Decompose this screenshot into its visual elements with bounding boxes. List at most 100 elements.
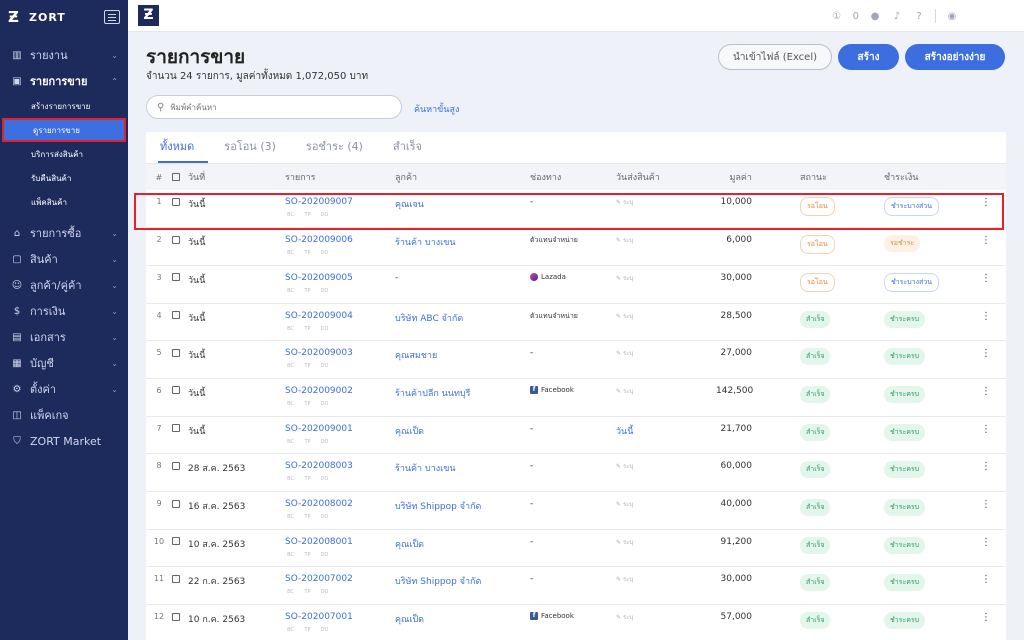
row-checkbox[interactable] [172, 499, 180, 508]
do-doc-icon[interactable]: DO [319, 514, 330, 520]
bc-doc-icon[interactable]: BC [285, 288, 296, 294]
ship-date-placeholder[interactable]: ✎ ระบุ [616, 350, 633, 357]
table-row[interactable]: 3 วันนี้ SO-202009005 BC TP DO - Lazada ✎ ระบุ 30… [146, 265, 1006, 304]
row-menu-icon[interactable]: ⋮ [966, 303, 1006, 341]
tp-doc-icon[interactable]: TP [302, 288, 313, 294]
sidebar-item-documents[interactable]: ▤ เอกสาร ⌄ [0, 324, 128, 350]
table-row[interactable]: 5 วันนี้ SO-202009003 BC TP DO คุณสมชาย - ✎ ระบุ… [146, 341, 1006, 379]
sidebar-sub-shipping[interactable]: บริการส่งสินค้า [0, 142, 128, 166]
row-menu-icon[interactable]: ⋮ [966, 228, 1006, 266]
sidebar-item-sales[interactable]: ▣ รายการขาย ⌃ [0, 68, 128, 94]
row-menu-icon[interactable]: ⋮ [966, 492, 1006, 530]
tp-doc-icon[interactable]: TP [302, 401, 313, 407]
row-menu-icon[interactable]: ⋮ [966, 529, 1006, 567]
sidebar-item-purchase[interactable]: ⌂ รายการซื้อ ⌄ [0, 220, 128, 246]
do-doc-icon[interactable]: DO [319, 401, 330, 407]
advanced-search-link[interactable]: ค้นหาขั้นสูง [414, 102, 459, 116]
order-link[interactable]: SO-202009005 [285, 273, 395, 283]
do-doc-icon[interactable]: DO [319, 589, 330, 595]
table-row[interactable]: 2 วันนี้ SO-202009006 BC TP DO ร้านค้า บางเขนต… [146, 228, 1006, 266]
sidebar-sub-return[interactable]: รับคืนสินค้า [0, 166, 128, 190]
tp-doc-icon[interactable]: TP [302, 212, 313, 218]
col-customer[interactable]: ลูกค้า [395, 164, 530, 190]
row-customer[interactable]: ร้านค้าปลีก นนทบุรี [395, 378, 530, 416]
row-checkbox[interactable] [172, 348, 180, 357]
col-ship-date[interactable]: วันส่งสินค้า [616, 164, 716, 190]
do-doc-icon[interactable]: DO [319, 363, 330, 369]
order-link[interactable]: SO-202008001 [285, 537, 395, 547]
bell-icon[interactable]: ♪ [891, 10, 903, 22]
tab-waiting-transfer[interactable]: รอโอน (3) [222, 137, 290, 163]
col-amount[interactable]: มูลค่า [716, 164, 786, 190]
order-link[interactable]: SO-202009003 [285, 348, 395, 358]
row-customer[interactable]: คุณเจน [395, 190, 530, 228]
do-doc-icon[interactable]: DO [319, 552, 330, 558]
user-icon[interactable]: ● [869, 10, 881, 22]
table-row[interactable]: 1 วันนี้ SO-202009007 BC TP DO คุณเจน - ✎ ระบุ 10… [146, 190, 1006, 228]
create-easy-button[interactable]: สร้างอย่างง่าย [905, 44, 1005, 70]
sidebar-item-products[interactable]: ▢ สินค้า ⌄ [0, 246, 128, 272]
ship-date-placeholder[interactable]: ✎ ระบุ [616, 501, 633, 508]
table-row[interactable]: 4 วันนี้ SO-202009004 BC TP DO บริษัท ABC จำกั… [146, 303, 1006, 341]
table-row[interactable]: 10 10 ส.ค. 2563 SO-202008001 BC TP DO คุณเป็ด -… [146, 529, 1006, 567]
sidebar-item-package[interactable]: ◫ แพ็คเกจ [0, 402, 128, 428]
table-row[interactable]: 9 16 ส.ค. 2563 SO-202008002 BC TP DO บริษัท Sh… [146, 492, 1006, 530]
table-row[interactable]: 7 วันนี้ SO-202009001 BC TP DO คุณเป็ด - วันนี้ 2… [146, 416, 1006, 454]
sidebar-item-market[interactable]: ⛉ ZORT Market [0, 428, 128, 454]
bc-doc-icon[interactable]: BC [285, 363, 296, 369]
tp-doc-icon[interactable]: TP [302, 439, 313, 445]
ship-date[interactable]: วันนี้ [616, 427, 633, 437]
sidebar-sub-pack[interactable]: แพ็คสินค้า [0, 190, 128, 214]
do-doc-icon[interactable]: DO [319, 627, 330, 633]
create-button[interactable]: สร้าง [838, 44, 899, 70]
col-channel[interactable]: ช่องทาง [530, 164, 616, 190]
row-menu-icon[interactable]: ⋮ [966, 605, 1006, 640]
bc-doc-icon[interactable]: BC [285, 250, 296, 256]
sidebar-item-customers[interactable]: ☺ ลูกค้า/คู่ค้า ⌄ [0, 272, 128, 298]
row-checkbox[interactable] [172, 311, 180, 320]
tp-doc-icon[interactable]: TP [302, 514, 313, 520]
tab-completed[interactable]: สำเร็จ [391, 137, 436, 163]
col-date[interactable]: วันที่ [188, 164, 285, 190]
sidebar-sub-view-sales[interactable]: ดูรายการขาย [2, 118, 126, 142]
bc-doc-icon[interactable]: BC [285, 552, 296, 558]
row-checkbox[interactable] [172, 424, 180, 433]
ship-date-placeholder[interactable]: ✎ ระบุ [616, 576, 633, 583]
do-doc-icon[interactable]: DO [319, 212, 330, 218]
bc-doc-icon[interactable]: BC [285, 212, 296, 218]
tp-doc-icon[interactable]: TP [302, 250, 313, 256]
sidebar-item-finance[interactable]: $ การเงิน ⌄ [0, 298, 128, 324]
bc-doc-icon[interactable]: BC [285, 476, 296, 482]
row-checkbox[interactable] [172, 612, 180, 621]
ship-date-placeholder[interactable]: ✎ ระบุ [616, 463, 633, 470]
order-link[interactable]: SO-202007001 [285, 612, 395, 622]
row-checkbox[interactable] [172, 386, 180, 395]
table-row[interactable]: 6 วันนี้ SO-202009002 BC TP DO ร้านค้าปลีก นนท… [146, 378, 1006, 417]
row-menu-icon[interactable]: ⋮ [966, 341, 1006, 379]
sidebar-item-report[interactable]: ▥ รายงาน ⌄ [0, 42, 128, 68]
do-doc-icon[interactable]: DO [319, 326, 330, 332]
ship-date-placeholder[interactable]: ✎ ระบุ [616, 275, 633, 282]
tp-doc-icon[interactable]: TP [302, 589, 313, 595]
row-customer[interactable]: คุณเป็ด [395, 416, 530, 454]
ship-date-placeholder[interactable]: ✎ ระบุ [616, 539, 633, 546]
sidebar-sub-create-sale[interactable]: สร้างรายการขาย [0, 94, 128, 118]
col-order[interactable]: รายการ [285, 164, 395, 190]
ship-date-placeholder[interactable]: ✎ ระบุ [616, 388, 633, 395]
table-row[interactable]: 11 22 ก.ค. 2563 SO-202007002 BC TP DO บริษัท S… [146, 567, 1006, 605]
col-payment[interactable]: ชำระเงิน [866, 164, 966, 190]
coin-icon[interactable]: ① [831, 10, 843, 22]
tp-doc-icon[interactable]: TP [302, 627, 313, 633]
row-checkbox[interactable] [172, 537, 180, 546]
tp-doc-icon[interactable]: TP [302, 326, 313, 332]
row-customer[interactable]: บริษัท Shippop จำกัด [395, 567, 530, 605]
bc-doc-icon[interactable]: BC [285, 439, 296, 445]
tp-doc-icon[interactable]: TP [302, 552, 313, 558]
row-checkbox[interactable] [172, 197, 180, 206]
do-doc-icon[interactable]: DO [319, 476, 330, 482]
ship-date-placeholder[interactable]: ✎ ระบุ [616, 199, 633, 206]
ship-date-placeholder[interactable]: ✎ ระบุ [616, 313, 633, 320]
tab-all[interactable]: ทั้งหมด [158, 137, 209, 163]
search-input[interactable] [170, 102, 371, 112]
row-checkbox[interactable] [172, 461, 180, 470]
